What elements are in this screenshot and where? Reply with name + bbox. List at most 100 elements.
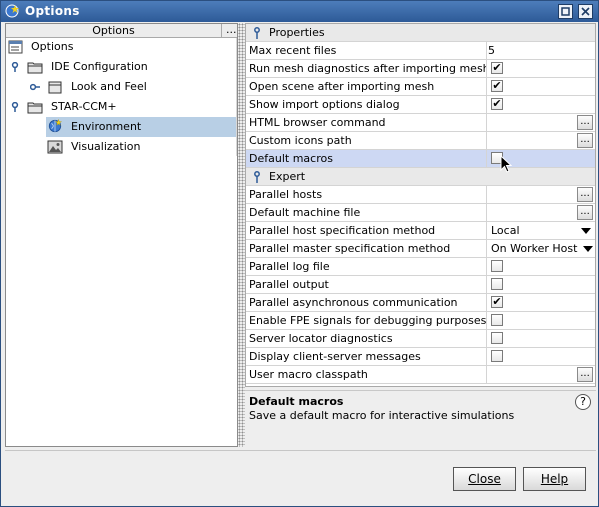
parallel-hosts-field[interactable]: ...: [488, 186, 595, 203]
tree-header-title: Options: [6, 24, 222, 37]
property-value-cell: ✔: [488, 96, 595, 113]
property-value-cell: [488, 348, 595, 365]
property-row[interactable]: Parallel output: [246, 276, 595, 294]
property-row[interactable]: Show import options dialog ✔: [246, 96, 595, 114]
title-bar[interactable]: Options: [1, 1, 598, 22]
property-row[interactable]: Run mesh diagnostics after importing mes…: [246, 60, 595, 78]
property-row[interactable]: User macro classpath ...: [246, 366, 595, 384]
browse-button[interactable]: ...: [577, 367, 593, 382]
property-row[interactable]: Parallel hosts ...: [246, 186, 595, 204]
browse-button[interactable]: ...: [577, 205, 593, 220]
category-expert[interactable]: Expert: [246, 168, 595, 186]
divider: [5, 450, 596, 451]
tree-item-label: STAR-CCM+: [51, 100, 117, 113]
close-icon: [581, 7, 590, 16]
folder-icon: [27, 102, 43, 114]
custom-icons-path-field[interactable]: ...: [488, 132, 595, 149]
default-machine-file-field[interactable]: ...: [488, 204, 595, 221]
image-icon: [47, 140, 63, 154]
property-row[interactable]: Parallel master specification method On …: [246, 240, 595, 258]
help-button[interactable]: Help: [523, 467, 586, 491]
host-specification-dropdown[interactable]: Local: [488, 222, 595, 239]
property-sheet[interactable]: Properties Max recent files 5 Run mesh d…: [245, 23, 596, 387]
browse-button[interactable]: ...: [577, 187, 593, 202]
property-row[interactable]: Parallel host specification method Local: [246, 222, 595, 240]
description-title: Default macros: [249, 395, 344, 408]
options-window: Options Options ... Options IDE Configur…: [0, 0, 599, 507]
tree-item-star-ccm[interactable]: STAR-CCM+: [6, 97, 237, 117]
expand-handle-icon[interactable]: [10, 102, 20, 112]
maximize-button[interactable]: [558, 4, 573, 19]
chevron-down-icon[interactable]: [583, 246, 593, 252]
folder-icon: [27, 62, 43, 74]
property-value-cell: [488, 312, 595, 329]
tree-item-environment[interactable]: Environment: [46, 117, 236, 137]
property-name: Server locator diagnostics: [249, 330, 487, 347]
star-ccm-app-icon: [5, 4, 19, 18]
dropdown-value: On Worker Host: [491, 242, 578, 255]
expand-handle-icon[interactable]: [10, 62, 20, 72]
property-name: Parallel log file: [249, 258, 487, 275]
property-row[interactable]: Open scene after importing mesh ✔: [246, 78, 595, 96]
fpe-signals-checkbox[interactable]: [491, 314, 503, 326]
help-icon[interactable]: ?: [575, 394, 591, 410]
property-row[interactable]: Custom icons path ...: [246, 132, 595, 150]
property-name: Display client-server messages: [249, 348, 487, 365]
property-row[interactable]: HTML browser command ...: [246, 114, 595, 132]
close-window-button[interactable]: [578, 4, 593, 19]
property-name: Run mesh diagnostics after importing mes…: [249, 60, 487, 77]
run-mesh-diagnostics-checkbox[interactable]: ✔: [491, 62, 503, 74]
property-value-cell: [488, 258, 595, 275]
property-name: Open scene after importing mesh: [249, 78, 487, 95]
user-macro-classpath-field[interactable]: ...: [488, 366, 595, 383]
property-row[interactable]: Max recent files 5: [246, 42, 595, 60]
category-properties[interactable]: Properties: [246, 24, 595, 42]
category-label: Expert: [269, 170, 306, 183]
html-browser-command-field[interactable]: ...: [488, 114, 595, 131]
parallel-log-file-checkbox[interactable]: [491, 260, 503, 272]
property-row[interactable]: Parallel log file: [246, 258, 595, 276]
tree-header-more-button[interactable]: ...: [226, 24, 237, 35]
tree-item-label: Environment: [71, 120, 142, 133]
show-import-options-checkbox[interactable]: ✔: [491, 98, 503, 110]
tree-item-options[interactable]: Options: [6, 37, 237, 57]
property-value-cell: ✔: [488, 294, 595, 311]
parallel-output-checkbox[interactable]: [491, 278, 503, 290]
property-row[interactable]: Display client-server messages: [246, 348, 595, 366]
close-button-label: Close: [468, 472, 501, 486]
folder-icon: [48, 81, 62, 94]
browse-button[interactable]: ...: [577, 133, 593, 148]
close-button[interactable]: Close: [453, 467, 516, 491]
tree-item-label: IDE Configuration: [51, 60, 148, 73]
property-row[interactable]: Parallel asynchronous communication ✔: [246, 294, 595, 312]
master-specification-dropdown[interactable]: On Worker Host: [488, 240, 595, 257]
property-row[interactable]: Server locator diagnostics: [246, 330, 595, 348]
property-name: Max recent files: [249, 42, 487, 59]
options-tree-panel[interactable]: Options ... Options IDE Configuration Lo…: [5, 23, 238, 447]
tree-header: Options ...: [6, 24, 237, 38]
property-row-selected[interactable]: Default macros: [246, 150, 595, 168]
property-row[interactable]: Default machine file ...: [246, 204, 595, 222]
property-name: Show import options dialog: [249, 96, 487, 113]
browse-button[interactable]: ...: [577, 115, 593, 130]
tree-item-ide-configuration[interactable]: IDE Configuration: [6, 57, 237, 77]
property-name: Enable FPE signals for debugging purpose…: [249, 312, 487, 329]
property-value-cell: [488, 276, 595, 293]
property-name: Parallel hosts: [249, 186, 487, 203]
open-scene-checkbox[interactable]: ✔: [491, 80, 503, 92]
async-communication-checkbox[interactable]: ✔: [491, 296, 503, 308]
client-server-messages-checkbox[interactable]: [491, 350, 503, 362]
tree-item-label: Look and Feel: [71, 80, 147, 93]
server-locator-diagnostics-checkbox[interactable]: [491, 332, 503, 344]
property-row[interactable]: Enable FPE signals for debugging purpose…: [246, 312, 595, 330]
property-description-panel: Default macros Save a default macro for …: [245, 390, 596, 447]
property-name: Default machine file: [249, 204, 487, 221]
tree-item-visualization[interactable]: Visualization: [6, 137, 237, 157]
chevron-down-icon[interactable]: [581, 228, 591, 234]
panel-splitter[interactable]: [238, 23, 245, 447]
tree-item-look-and-feel[interactable]: Look and Feel: [6, 77, 237, 97]
tree-item-label: Visualization: [71, 140, 141, 153]
property-name: HTML browser command: [249, 114, 487, 131]
property-name: Custom icons path: [249, 132, 487, 149]
max-recent-files-field[interactable]: 5: [488, 42, 595, 59]
